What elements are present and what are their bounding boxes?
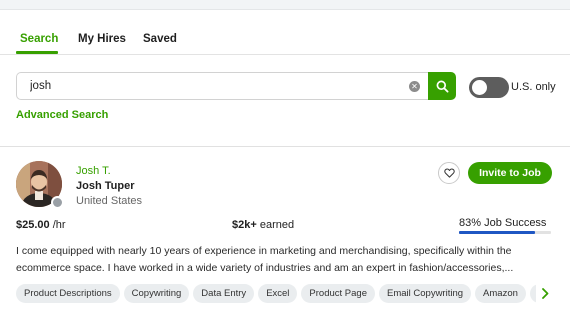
search-bar: ✕ xyxy=(16,72,456,102)
advanced-search-link[interactable]: Advanced Search xyxy=(16,109,108,121)
freelancer-location: United States xyxy=(76,195,143,207)
skill-chip[interactable]: Copywriting xyxy=(123,284,190,303)
hourly-rate: $25.00 /hr xyxy=(16,219,66,231)
clear-icon[interactable]: ✕ xyxy=(409,81,420,92)
search-icon xyxy=(436,80,449,93)
freelancer-short-name[interactable]: Josh T. xyxy=(76,165,111,177)
heart-icon xyxy=(443,168,455,178)
tab-saved[interactable]: Saved xyxy=(143,33,177,45)
skill-chip[interactable]: Email Copywriting xyxy=(379,284,472,303)
search-button[interactable] xyxy=(428,72,456,100)
tab-bar: Search My Hires Saved xyxy=(0,30,570,55)
skill-chip[interactable]: Excel xyxy=(258,284,298,303)
status-dot xyxy=(51,196,64,209)
top-strip xyxy=(0,0,570,10)
earned-value: $2k+ xyxy=(232,219,257,231)
rate-value: $25.00 xyxy=(16,219,50,231)
search-input[interactable] xyxy=(16,72,428,100)
total-earned: $2k+ earned xyxy=(232,219,294,231)
job-success-label: 83% Job Success xyxy=(459,217,547,229)
freelancer-description: I come equipped with nearly 10 years of … xyxy=(16,245,514,274)
skill-chip[interactable]: eCommerce xyxy=(529,284,536,303)
save-freelancer-button[interactable] xyxy=(438,162,460,184)
tab-my-hires[interactable]: My Hires xyxy=(78,33,126,45)
earned-suffix: earned xyxy=(256,219,295,231)
rate-unit: /hr xyxy=(49,219,66,231)
skill-chip[interactable]: Product Descriptions xyxy=(16,284,120,303)
invite-to-job-button[interactable]: Invite to Job xyxy=(468,162,552,184)
skill-chip[interactable]: Amazon xyxy=(475,284,526,303)
us-only-toggle[interactable] xyxy=(469,77,509,98)
skill-chip[interactable]: Product Page xyxy=(301,284,375,303)
active-tab-indicator xyxy=(16,51,58,54)
us-only-label: U.S. only xyxy=(511,81,556,93)
job-success-fill xyxy=(459,231,536,234)
chevron-right-icon xyxy=(542,287,549,299)
section-divider xyxy=(0,146,570,147)
toggle-knob xyxy=(472,80,487,95)
skill-chip[interactable]: Data Entry xyxy=(193,284,255,303)
job-success-bar xyxy=(459,231,551,234)
freelancer-full-name: Josh Tuper xyxy=(76,180,135,192)
avatar-container[interactable] xyxy=(16,161,64,209)
skills-next-button[interactable] xyxy=(537,285,553,301)
tab-search[interactable]: Search xyxy=(20,33,58,45)
skill-list: Product Descriptions Copywriting Data Entr… xyxy=(16,284,536,304)
